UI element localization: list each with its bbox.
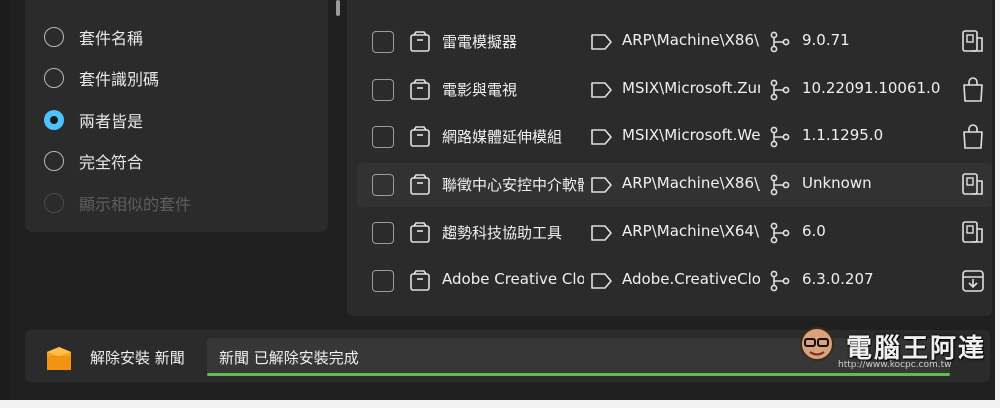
package-box-icon	[47, 347, 71, 370]
package-icon	[410, 174, 430, 195]
tag-icon	[591, 177, 612, 193]
package-checkbox[interactable]	[372, 270, 394, 292]
package-version: 9.0.71	[802, 31, 850, 49]
winget-source-icon	[962, 173, 983, 195]
package-id: Adobe.CreativeCloud	[622, 270, 760, 288]
package-icon	[410, 79, 430, 100]
package-row-hovered[interactable]: 聯徵中心安控中介軟體 ARP\Machine\X86\JCIC Unknown	[357, 163, 992, 207]
operation-message: 新聞 已解除安裝完成	[219, 349, 359, 367]
package-version: 10.22091.10061.0	[802, 79, 941, 97]
radio-label: 顯示相似的套件	[79, 195, 192, 214]
radio-show-similar: 顯示相似的套件	[44, 191, 191, 215]
image-border-right	[995, 0, 1000, 408]
winget-source-icon	[962, 221, 983, 243]
version-branch-icon	[770, 270, 790, 292]
package-icon	[410, 222, 430, 243]
package-name: 網路媒體延伸模組	[442, 128, 563, 146]
store-bag-icon	[963, 77, 983, 102]
download-box-icon	[962, 270, 984, 292]
store-bag-icon	[963, 124, 983, 149]
version-branch-icon	[770, 222, 790, 244]
package-id: MSIX\Microsoft.ZuneVideo	[622, 79, 760, 97]
package-name: Adobe Creative Cloud	[442, 270, 584, 288]
package-checkbox[interactable]	[372, 222, 394, 244]
package-icon	[410, 270, 430, 291]
radio-package-name[interactable]: 套件名稱	[44, 25, 143, 49]
package-name: 聯徵中心安控中介軟體	[442, 176, 584, 194]
package-checkbox[interactable]	[372, 79, 394, 101]
radio-both[interactable]: 兩者皆是	[44, 108, 143, 132]
radio-exact-match[interactable]: 完全符合	[44, 149, 143, 173]
radio-button-disabled	[44, 193, 64, 213]
tag-icon	[591, 273, 612, 289]
package-id: ARP\Machine\X64\{TrendMicro}	[622, 222, 760, 240]
radio-label: 完全符合	[79, 153, 144, 172]
package-version: 1.1.1295.0	[802, 126, 884, 144]
package-name: 電影與電視	[442, 81, 518, 99]
package-row[interactable]: 網路媒體延伸模組 MSIX\Microsoft.WebMediaExtensio…	[357, 115, 992, 159]
package-checkbox[interactable]	[372, 174, 394, 196]
watermark-url: http://www.kocpc.com.tw	[838, 360, 952, 370]
package-version: 6.0	[802, 222, 826, 240]
tag-icon	[591, 225, 612, 241]
package-icon	[410, 126, 430, 147]
tag-icon	[591, 34, 612, 50]
version-branch-icon	[770, 31, 790, 53]
package-id: ARP\Machine\X86\LDPlayer9	[622, 31, 760, 49]
radio-label: 兩者皆是	[79, 112, 144, 131]
package-version: 6.3.0.207	[802, 270, 874, 288]
package-row[interactable]: Adobe Creative Cloud Adobe.CreativeCloud…	[357, 259, 992, 303]
package-row[interactable]: 電影與電視 MSIX\Microsoft.ZuneVideo 10.22091.…	[357, 68, 992, 112]
radio-button[interactable]	[44, 68, 64, 88]
package-checkbox[interactable]	[372, 31, 394, 53]
version-branch-icon	[770, 174, 790, 196]
radio-button[interactable]	[44, 27, 64, 47]
scrollbar-thumb[interactable]	[336, 0, 340, 16]
winget-source-icon	[962, 30, 983, 52]
version-branch-icon	[770, 126, 790, 148]
package-version: Unknown	[802, 174, 872, 192]
package-id: ARP\Machine\X86\JCIC	[622, 174, 760, 192]
image-border-bottom	[0, 400, 1000, 408]
package-name: 雷電模擬器	[442, 33, 518, 51]
radio-package-id[interactable]: 套件識別碼	[44, 66, 159, 90]
radio-button[interactable]	[44, 151, 64, 171]
package-row[interactable]: 雷電模擬器 ARP\Machine\X86\LDPlayer9 9.0.71	[357, 20, 992, 64]
package-name: 趨勢科技協助工具	[442, 224, 563, 242]
radio-label: 套件名稱	[79, 29, 144, 48]
package-icon	[410, 31, 430, 52]
radio-button-selected[interactable]	[44, 110, 64, 130]
package-row[interactable]: 趨勢科技協助工具 ARP\Machine\X64\{TrendMicro} 6.…	[357, 211, 992, 255]
radio-label: 套件識別碼	[79, 70, 160, 89]
package-id: MSIX\Microsoft.WebMediaExtensions	[622, 126, 760, 144]
version-branch-icon	[770, 79, 790, 101]
tag-icon	[591, 129, 612, 145]
operation-title: 解除安裝 新聞	[90, 349, 185, 367]
package-checkbox[interactable]	[372, 126, 394, 148]
tag-icon	[591, 82, 612, 98]
